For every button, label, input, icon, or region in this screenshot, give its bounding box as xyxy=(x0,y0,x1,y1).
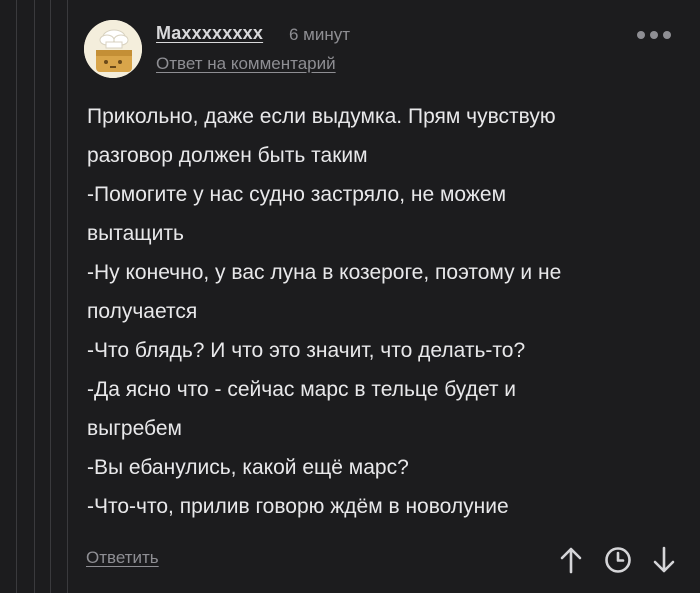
thread-line-3 xyxy=(50,0,51,593)
clock-icon[interactable] xyxy=(603,545,633,575)
more-dot xyxy=(650,31,658,39)
thread-line-1 xyxy=(16,0,17,593)
reply-button[interactable]: Ответить xyxy=(86,548,159,568)
comment-line: выгребем xyxy=(87,417,182,440)
more-dot xyxy=(637,31,645,39)
comment-line: Прикольно, даже если выдумка. Прям чувст… xyxy=(87,105,556,128)
comment-line: -Что блядь? И что это значит, что делать… xyxy=(87,339,526,362)
arrow-down-icon[interactable] xyxy=(649,545,679,575)
avatar[interactable] xyxy=(84,20,142,78)
thread-line-4[interactable] xyxy=(67,0,68,593)
comment-time: 6 минут xyxy=(289,25,351,44)
author-name[interactable]: Maxxxxxxxx xyxy=(156,23,263,44)
comment-line: вытащить xyxy=(87,222,184,245)
comment-line: -Да ясно что - сейчас марс в тельце буде… xyxy=(87,378,517,401)
comment-line: -Помогите у нас судно застряло, не можем xyxy=(87,183,507,206)
comment-line: разговор должен быть таким xyxy=(87,144,368,167)
comment-line: -Что-что, прилив говорю ждём в новолуние xyxy=(87,495,509,518)
arrow-up-icon[interactable] xyxy=(556,545,586,575)
thread-line-2 xyxy=(34,0,35,593)
avatar-image xyxy=(84,20,142,78)
comment-line: -Ну конечно, у вас луна в козероге, поэт… xyxy=(87,261,562,284)
comment-text: Прикольно, даже если выдумка. Прям чувст… xyxy=(87,97,667,526)
comment-line: получается xyxy=(87,300,198,323)
more-dots-icon[interactable] xyxy=(637,27,677,43)
comment-line: -Вы ебанулись, какой ещё марс? xyxy=(87,456,409,479)
more-dot xyxy=(663,31,671,39)
reply-to-comment-link[interactable]: Ответ на комментарий xyxy=(156,54,336,74)
